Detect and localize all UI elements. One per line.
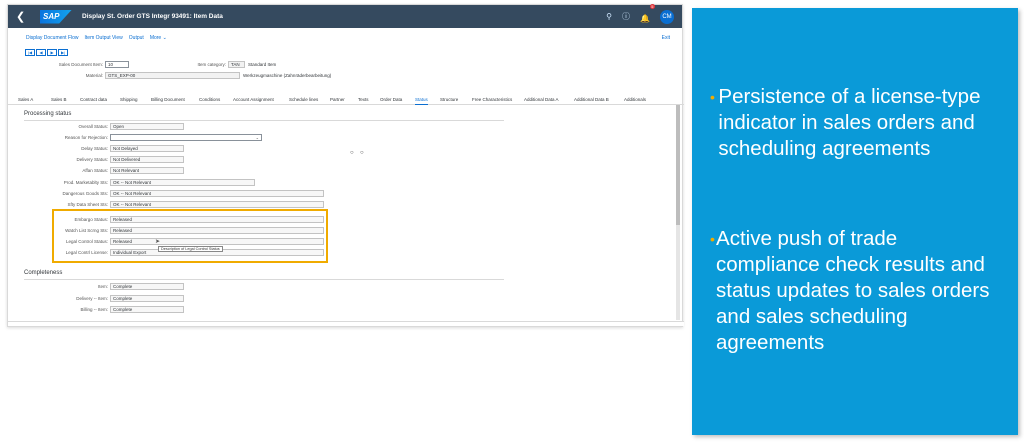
next-item-button[interactable]: ▶ — [47, 49, 57, 56]
bullet-text: Active push of trade compliance check re… — [716, 227, 990, 354]
reason-for-rejection-dropdown[interactable]: ⌄ — [110, 133, 262, 141]
circle-icon: ○ — [350, 150, 354, 156]
tab-strip: Sales A Sales B Contract data Shipping B… — [8, 95, 684, 105]
tab-order-data[interactable]: Order Data — [380, 97, 402, 102]
chevron-down-icon: ⌄ — [255, 134, 259, 140]
bullet-dot-icon: • — [710, 231, 715, 247]
item-category-text: Standard Item — [248, 61, 277, 67]
notification-badge: 5 — [649, 3, 655, 9]
back-arrow-icon[interactable]: ❮ — [16, 10, 30, 23]
first-item-button[interactable]: |◀ — [25, 49, 35, 56]
tab-partner[interactable]: Partner — [330, 97, 345, 102]
tab-sales-a[interactable]: Sales A — [18, 97, 33, 102]
tab-additional-data-a[interactable]: Additional Data A — [524, 97, 559, 102]
item-completeness-field[interactable]: Complete — [110, 282, 184, 290]
bullet-dot-icon: • — [710, 89, 715, 105]
field-label: Reason for Rejection: — [64, 134, 108, 140]
avatar[interactable]: CM — [660, 9, 674, 24]
tab-structure[interactable]: Structure — [440, 97, 458, 102]
help-icon[interactable]: ⓘ — [622, 11, 630, 22]
item-output-view-button[interactable]: Item Output View — [85, 35, 123, 41]
delay-status-field[interactable]: Not Delayed — [110, 144, 184, 152]
exit-button[interactable]: Exit — [662, 35, 670, 41]
processing-status-title: Processing status — [24, 111, 72, 117]
info-panel: • Persistence of a license-type indicato… — [692, 8, 1018, 435]
tab-shipping[interactable]: Shipping — [120, 97, 138, 102]
mouse-cursor-icon: ➤ — [155, 239, 161, 245]
bullet-item: • Persistence of a license-type indicato… — [702, 84, 1002, 162]
search-icon[interactable]: ⚲ — [606, 12, 612, 21]
material-field[interactable]: GTS_EXP-00 — [105, 71, 240, 79]
field-label: Item: — [97, 283, 108, 289]
app-title: Display St. Order GTS Integr 93491: Item… — [82, 13, 223, 20]
section-divider — [24, 279, 504, 280]
previous-item-button[interactable]: ◀ — [36, 49, 46, 56]
circle-icon: ○ — [360, 150, 364, 156]
item-category-field[interactable]: TAN — [228, 60, 245, 68]
bell-icon: 🔔 — [640, 13, 650, 23]
delivery-completeness-field[interactable]: Complete — [110, 294, 184, 302]
tab-conditions[interactable]: Conditions — [199, 97, 220, 102]
field-label: Delay Status: — [81, 145, 108, 151]
status-content: Processing status Overall Status: Open R… — [16, 108, 682, 323]
notifications-button[interactable]: 🔔 5 — [640, 3, 655, 26]
tab-sales-b[interactable]: Sales B — [51, 97, 67, 102]
tab-billing-document[interactable]: Billing Document — [151, 97, 185, 102]
sap-window: ❮ SAP Display St. Order GTS Integr 93491… — [7, 3, 684, 327]
overall-status-field[interactable]: Open — [110, 122, 184, 130]
legal-control-highlight — [52, 209, 328, 263]
section-divider — [24, 120, 504, 121]
tab-additionals[interactable]: Additionals — [624, 97, 646, 102]
affan-status-field[interactable]: Not Relevant — [110, 166, 184, 174]
field-label: Sfty Data Sheet Sts: — [67, 201, 108, 207]
more-menu-button[interactable]: More ⌄ — [150, 35, 167, 41]
dangerous-goods-field[interactable]: OK -- Not Relevant — [110, 189, 324, 197]
completeness-title: Completeness — [24, 270, 63, 276]
scroll-thumb[interactable] — [676, 105, 680, 225]
output-button[interactable]: Output — [129, 35, 144, 41]
tab-account-assignment[interactable]: Account Assignment — [233, 97, 274, 102]
prod-marketability-field[interactable]: OK -- Not Relevant — [110, 178, 255, 186]
field-label: Affan Status: — [82, 167, 108, 173]
bullet-text: Persistence of a license-type indicator … — [718, 85, 981, 160]
bottom-bar — [8, 321, 684, 326]
material-text: Werkzeugmaschine (Zahnräderbearbeitung) — [243, 72, 332, 78]
sales-doc-item-label: Sales Document Item: — [58, 61, 103, 67]
safety-data-sheet-field[interactable]: OK -- Not Relevant — [110, 200, 324, 208]
sap-logo[interactable]: SAP — [40, 9, 72, 24]
material-label: Material: — [85, 72, 103, 78]
delivery-status-field[interactable]: Not Delivered — [110, 155, 184, 163]
field-label: Delivery Status: — [76, 156, 108, 162]
tab-schedule-lines[interactable]: Schedule lines — [289, 97, 318, 102]
tab-texts[interactable]: Texts — [358, 97, 369, 102]
bullet-item: • Active push of trade compliance check … — [702, 226, 1002, 356]
field-label: Delivery -- Item: — [76, 295, 108, 301]
tab-additional-data-b[interactable]: Additional Data B — [574, 97, 609, 102]
shell-bar: ❮ SAP Display St. Order GTS Integr 93491… — [8, 3, 682, 28]
item-navigation: |◀ ◀ ▶ ▶| — [25, 49, 68, 56]
field-label: Overall Status: — [78, 123, 108, 129]
tab-status[interactable]: Status — [415, 97, 428, 105]
tooltip: Description of Legal Control Status — [158, 246, 223, 252]
billing-completeness-field[interactable]: Complete — [110, 305, 184, 313]
tab-free-characteristics[interactable]: Free Characteristics — [472, 97, 512, 102]
sales-doc-item-field[interactable]: 10 — [105, 60, 129, 68]
field-label: Dangerous Goods Sts: — [62, 190, 108, 196]
toolbar: Display Document Flow Item Output View O… — [8, 30, 682, 46]
field-label: Prod. Marketablty Sts: — [63, 179, 108, 185]
tab-contract-data[interactable]: Contract data — [80, 97, 107, 102]
last-item-button[interactable]: ▶| — [58, 49, 68, 56]
field-label: Billing -- Item: — [80, 306, 108, 312]
vertical-scrollbar[interactable] — [676, 105, 680, 320]
display-document-flow-button[interactable]: Display Document Flow — [26, 35, 79, 41]
item-category-label: Item category: — [197, 61, 226, 67]
